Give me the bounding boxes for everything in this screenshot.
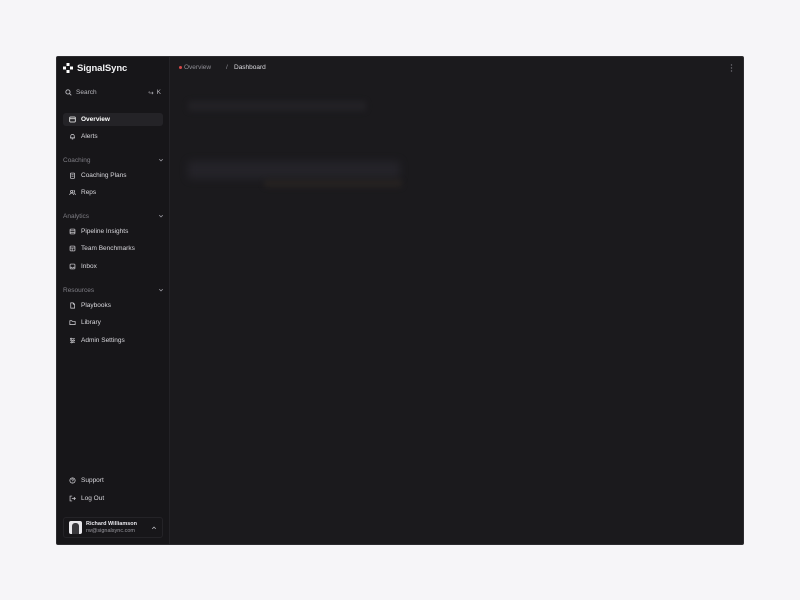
nav-item-inbox[interactable]: Inbox — [63, 260, 163, 273]
window-icon — [69, 116, 76, 123]
nav-item-label: Alerts — [81, 133, 98, 140]
nav-item-label: Team Benchmarks — [81, 245, 135, 252]
nav-item-coaching-plans[interactable]: Coaching Plans — [63, 169, 163, 182]
nav-item-playbooks[interactable]: Playbooks — [63, 299, 163, 312]
user-email: rw@signalsync.com — [86, 527, 135, 534]
signalsync-logo-icon — [63, 63, 73, 73]
chevron-down-icon — [158, 288, 164, 292]
help-circle-icon — [69, 477, 76, 484]
section-resources[interactable]: Resources — [63, 285, 164, 295]
nav-item-support[interactable]: Support — [63, 474, 163, 487]
database-icon — [69, 228, 76, 235]
section-analytics[interactable]: Analytics — [63, 211, 164, 221]
breadcrumb-dashboard: Dashboard — [234, 64, 266, 71]
nav-item-admin-settings[interactable]: Admin Settings — [63, 334, 163, 347]
avatar — [69, 521, 82, 534]
chevron-up-icon — [151, 526, 157, 529]
nav-item-logout[interactable]: Log Out — [63, 492, 163, 505]
sidebar: SignalSync Search ↪ K Overview Alerts Co… — [57, 57, 170, 544]
nav-item-label: Playbooks — [81, 302, 111, 309]
inbox-icon — [69, 263, 76, 270]
nav-item-reps[interactable]: Reps — [63, 186, 163, 199]
nav-item-alerts[interactable]: Alerts — [63, 130, 163, 143]
nav-item-label: Admin Settings — [81, 337, 125, 344]
search-label: Search — [76, 89, 97, 96]
users-icon — [69, 189, 76, 196]
nav-item-label: Overview — [81, 116, 110, 123]
file-icon — [70, 302, 75, 309]
section-title: Resources — [63, 286, 95, 294]
nav-item-label: Coaching Plans — [81, 172, 127, 179]
blurred-title — [188, 161, 400, 179]
folder-icon — [69, 320, 76, 325]
breadcrumb-overview[interactable]: Overview — [184, 64, 211, 71]
more-vertical-icon[interactable] — [730, 64, 733, 72]
search-icon — [65, 89, 72, 96]
nav-item-label: Log Out — [81, 495, 105, 502]
blurred-subtitle — [264, 180, 402, 187]
blurred-heading — [188, 101, 366, 111]
bell-icon — [70, 134, 75, 140]
app-name: SignalSync — [77, 62, 128, 74]
nav-item-label: Library — [81, 319, 101, 326]
section-title: Analytics — [63, 212, 90, 220]
nav-item-team-benchmarks[interactable]: Team Benchmarks — [63, 242, 163, 255]
section-coaching[interactable]: Coaching — [63, 155, 164, 165]
shortcut-symbol: ↪ — [148, 89, 154, 97]
chevron-down-icon — [158, 214, 164, 218]
breadcrumb-separator: / — [226, 64, 228, 71]
nav-item-label: Reps — [81, 189, 97, 196]
table-icon — [69, 245, 76, 252]
search-shortcut: ↪ K — [148, 89, 161, 97]
nav-item-library[interactable]: Library — [63, 316, 163, 329]
brand[interactable]: SignalSync — [63, 62, 127, 74]
user-info: Richard Williamson rw@signalsync.com — [86, 521, 137, 535]
status-dot — [179, 66, 182, 69]
sliders-icon — [70, 337, 75, 344]
nav-item-overview[interactable]: Overview — [63, 113, 163, 126]
search-button[interactable]: Search ↪ K — [65, 86, 161, 99]
app-window: SignalSync Search ↪ K Overview Alerts Co… — [56, 56, 744, 545]
chevron-down-icon — [158, 158, 164, 162]
nav-item-label: Support — [81, 477, 104, 484]
nav-item-pipeline-insights[interactable]: Pipeline Insights — [63, 225, 163, 238]
shortcut-key: K — [156, 89, 161, 96]
logout-icon — [69, 495, 76, 502]
breadcrumb: Overview / Dashboard — [170, 57, 743, 79]
user-name: Richard Williamson — [86, 520, 137, 527]
section-title: Coaching — [63, 156, 91, 164]
user-menu[interactable]: Richard Williamson rw@signalsync.com — [63, 517, 163, 538]
clipboard-icon — [70, 172, 75, 179]
nav-item-label: Pipeline Insights — [81, 228, 129, 235]
nav-item-label: Inbox — [81, 263, 97, 270]
